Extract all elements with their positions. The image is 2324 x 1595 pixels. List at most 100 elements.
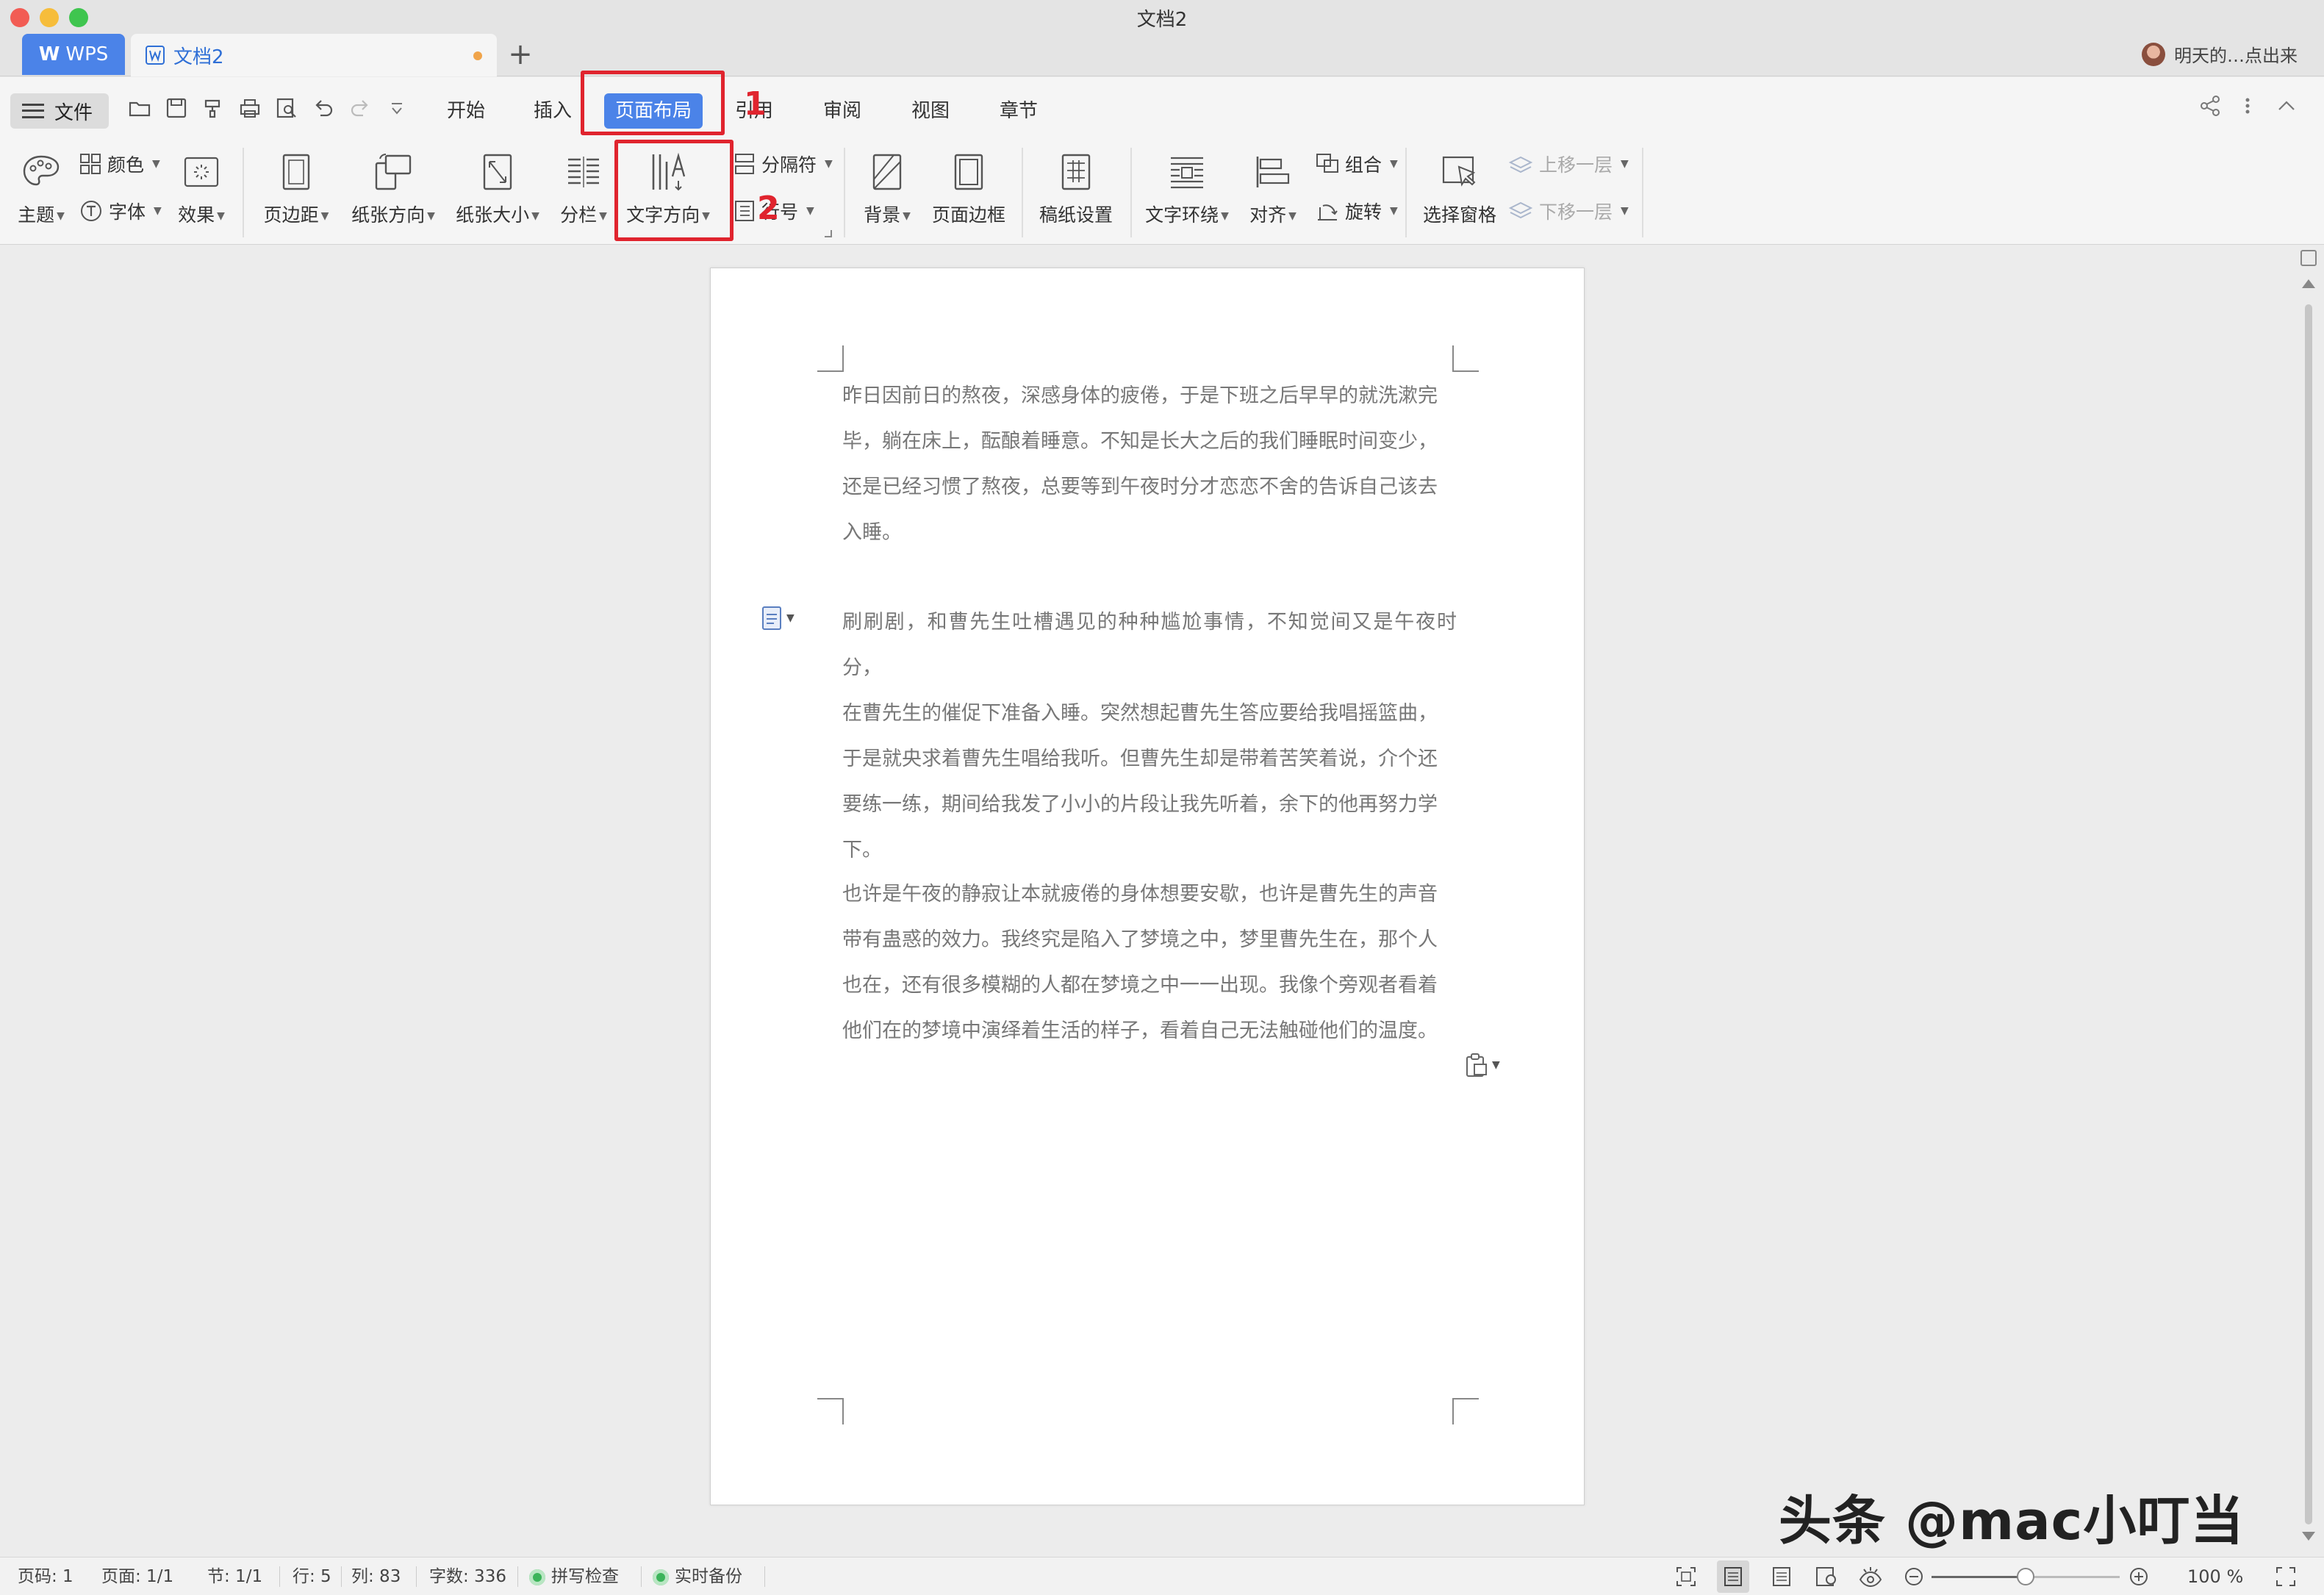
vertical-scrollbar[interactable] [2293,245,2324,1557]
page-setup-launcher-icon[interactable] [825,230,832,237]
status-separator [341,1566,342,1587]
new-tab-plus-icon[interactable]: + [507,34,534,75]
font-t-icon [79,199,103,223]
background-button[interactable]: 背景 ▼ [854,148,920,239]
redo-icon[interactable] [348,96,375,123]
margin-corner-bottom-left [817,1398,844,1424]
minimize-dot-icon[interactable] [40,8,59,27]
spell-check-toggle[interactable]: 拼写检查 [529,1558,619,1595]
tab-view[interactable]: 视图 [901,93,960,129]
zoom-slider-track[interactable] [1932,1568,2120,1585]
status-col[interactable]: 列: 83 [351,1558,401,1595]
bring-forward-button[interactable]: 上移一层 ▼ [1508,151,1629,177]
separator-button[interactable]: 分隔符 ▼ [734,151,833,177]
eye-protection-icon[interactable] [1858,1565,1883,1588]
scroll-down-icon[interactable] [2302,1532,2315,1541]
columns-button[interactable]: 分栏 ▼ [554,148,613,239]
paper-size-label: 纸张大小 [456,204,530,226]
orientation-label: 纸张方向 [351,204,426,226]
close-dot-icon[interactable] [10,8,29,27]
paragraph-3[interactable]: 也许是午夜的静寂让本就疲倦的身体想要安歇，也许是曹先生的声音 带有蛊惑的效力。我… [842,872,1457,1054]
paper-size-icon [482,151,513,193]
print-preview-icon[interactable] [275,96,301,123]
file-menu-button[interactable]: 文件 [10,93,109,129]
tab-start[interactable]: 开始 [437,93,495,129]
background-icon [872,151,903,193]
zoom-in-icon[interactable] [2128,1566,2149,1587]
more-options-icon[interactable] [2242,93,2253,118]
paste-options-button[interactable]: ▼ [1464,1053,1500,1078]
paragraph-1[interactable]: 昨日因前日的熬夜，深感身体的疲倦，于是下班之后早早的就洗漱完 毕，躺在床上，酝酿… [842,373,1457,556]
unsaved-dot-icon [473,51,482,60]
selection-pane-label: 选择窗格 [1422,204,1496,226]
group-button[interactable]: 组合 ▼ [1316,151,1398,177]
status-row[interactable]: 行: 5 [293,1558,331,1595]
focus-mode-icon[interactable] [1676,1566,1696,1587]
user-name: 明天的…点出来 [2174,46,2298,66]
send-backward-icon [1508,200,1533,222]
paragraph-2[interactable]: 刷刷剧，和曹先生吐槽遇见的种种尴尬事情，不知觉间又是午夜时分， 在曹先生的催促下… [842,600,1457,873]
orientation-button[interactable]: 纸张方向 ▼ [345,148,441,239]
status-page-code[interactable]: 页码: 1 [18,1558,73,1595]
color-label: 颜色 [107,154,145,176]
share-icon[interactable] [2198,93,2223,118]
margins-button[interactable]: 页边距 ▼ [256,148,337,239]
rotate-button[interactable]: 旋转 ▼ [1316,198,1398,224]
open-folder-icon[interactable] [128,96,154,123]
group-icon [1316,153,1339,175]
watermark-text: 头条 @mac小叮当 [1779,1490,2245,1552]
status-section[interactable]: 节: 1/1 [207,1558,262,1595]
customize-toolbar-icon[interactable] [385,96,412,123]
text-line: 入睡。 [842,521,902,544]
tab-review[interactable]: 审阅 [813,93,872,129]
paper-size-button[interactable]: 纸张大小 ▼ [450,148,545,239]
user-account[interactable]: 明天的…点出来 [2142,41,2298,67]
status-pages[interactable]: 页面: 1/1 [101,1558,173,1595]
zoom-out-icon[interactable] [1904,1566,1924,1587]
align-button[interactable]: 对齐 ▼ [1244,148,1302,239]
document-tab[interactable]: 文档2 [131,34,497,76]
outline-view-icon[interactable] [1771,1566,1792,1587]
zoom-slider-fill [1932,1576,2026,1578]
send-backward-button[interactable]: 下移一层 ▼ [1508,198,1629,224]
status-word-count[interactable]: 字数: 336 [429,1558,506,1595]
tab-chapter[interactable]: 章节 [989,93,1048,129]
page-border-button[interactable]: 页面边框 [928,148,1010,239]
manuscript-grid-icon [1061,151,1091,193]
scroll-thumb[interactable] [2305,304,2312,1524]
color-button[interactable]: 颜色 ▼ [79,151,160,177]
theme-button[interactable]: 主题 ▼ [12,148,71,239]
tab-insert[interactable]: 插入 [523,93,582,129]
page-view-icon[interactable] [1717,1560,1749,1593]
selection-pane-button[interactable]: 选择窗格 [1416,148,1504,239]
web-view-icon[interactable] [1815,1566,1837,1587]
palette-icon [21,151,61,193]
font-button[interactable]: 字体 ▼ [79,198,162,224]
color-grid-icon [79,153,101,175]
backup-toggle[interactable]: 实时备份 [653,1558,742,1595]
undo-icon[interactable] [312,96,338,123]
spell-check-label: 拼写检查 [551,1567,619,1586]
scroll-up-icon[interactable] [2302,279,2315,288]
panel-toggle-icon[interactable] [2300,250,2317,266]
zoom-slider-handle[interactable] [2017,1568,2034,1585]
hamburger-icon [22,104,44,118]
format-painter-icon[interactable] [201,96,228,123]
collapse-ribbon-icon[interactable] [2274,93,2299,118]
wps-home-tab[interactable]: W WPS [22,34,125,75]
check-status-icon [529,1569,545,1585]
fullscreen-icon[interactable] [2275,1566,2296,1587]
save-icon[interactable] [165,96,191,123]
text-wrap-button[interactable]: 文字环绕 ▼ [1139,148,1235,239]
zoom-level[interactable]: 100 % [2187,1558,2243,1595]
paragraph-format-tag[interactable]: ▼ [761,606,795,631]
effect-button[interactable]: 效果 ▼ [172,148,231,239]
annotation-box-text-direction [614,140,734,241]
ribbon-separator [1405,148,1407,237]
status-separator [517,1566,518,1587]
maximize-dot-icon[interactable] [69,8,88,27]
print-icon[interactable] [238,96,265,123]
manuscript-settings-button[interactable]: 稿纸设置 [1032,148,1120,239]
background-label: 背景 [864,204,901,226]
backup-label: 实时备份 [675,1567,742,1586]
